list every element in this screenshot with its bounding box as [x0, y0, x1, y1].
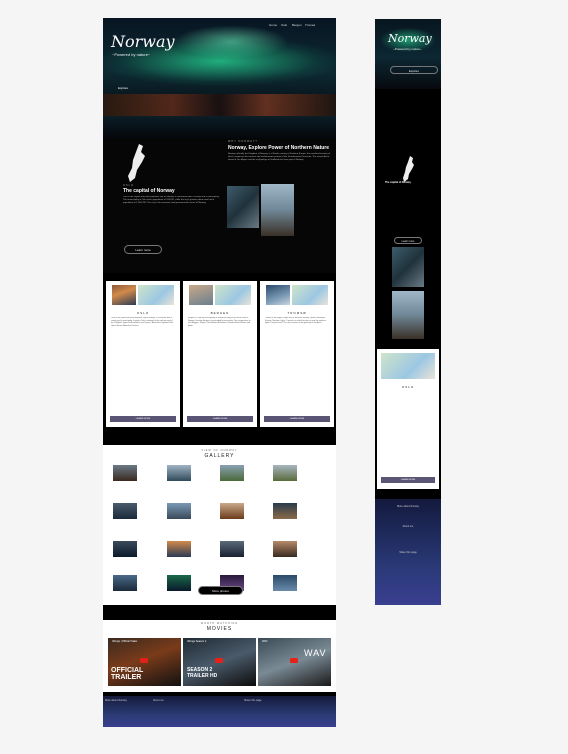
- gallery-image[interactable]: [220, 465, 244, 481]
- card-oslo: OSLO Oslo is the capital and most populo…: [106, 281, 180, 427]
- video-title: Vikings Season 2: [187, 640, 207, 643]
- card-bergen-image: [189, 285, 213, 305]
- gallery-image[interactable]: [113, 541, 137, 557]
- video-overlay: WAV: [304, 648, 327, 658]
- more-photos-button[interactable]: More photos: [198, 586, 243, 595]
- learn-more-button[interactable]: Learn more: [124, 245, 162, 254]
- gallery-image[interactable]: [113, 503, 137, 519]
- movies-section: WORTH WATCHING MOVIES Vikings | Official…: [103, 620, 336, 692]
- card-bergen-text: Bergen is a city and municipality in Ves…: [188, 317, 251, 328]
- gallery-image[interactable]: [167, 541, 191, 557]
- mobile-card-map[interactable]: [381, 353, 435, 379]
- mobile-footer-about-me[interactable]: About me: [375, 525, 441, 528]
- gallery-image[interactable]: [273, 503, 297, 519]
- gallery-image[interactable]: [220, 541, 244, 557]
- movies-kicker: WORTH WATCHING: [200, 622, 239, 625]
- intro-text: Norway, officially the Kingdom of Norway…: [228, 153, 331, 162]
- nav-home[interactable]: Home: [269, 23, 277, 27]
- mobile-street-photo: [392, 291, 424, 339]
- video-title: WAV: [262, 640, 268, 643]
- gallery-image[interactable]: [113, 465, 137, 481]
- city-cards: OSLO Oslo is the capital and most populo…: [103, 273, 336, 438]
- mobile-footer: More about Norway About me Share this pa…: [375, 499, 441, 605]
- card-tromso-map[interactable]: [292, 285, 328, 305]
- footer-more-about[interactable]: More about Norway: [105, 699, 127, 702]
- video-overlay: OFFICIAL TRAILER: [111, 667, 144, 681]
- intro-section: WHY NORWAY? Norway, Explore Power of Nor…: [103, 138, 336, 273]
- card-oslo-image: [112, 285, 136, 305]
- mobile-footer-more-about[interactable]: More about Norway: [375, 505, 441, 508]
- mobile-card-button[interactable]: LEARN MORE: [381, 477, 435, 483]
- mobile-footer-share[interactable]: Share this page: [375, 551, 441, 554]
- gallery-image[interactable]: [167, 575, 191, 591]
- gallery-image[interactable]: [273, 541, 297, 557]
- desktop-mockup: Home Oslo Bergen Tromsø Norway ~Powered …: [103, 18, 336, 727]
- gallery-image[interactable]: [273, 575, 297, 591]
- street-photo: [261, 184, 294, 236]
- mobile-learn-more-button[interactable]: Learn more: [394, 237, 422, 244]
- norway-map-icon: [128, 144, 145, 182]
- video-overlay: SEASON 2 TRAILER HD: [187, 667, 218, 679]
- video-player[interactable]: Vikings Season 2 SEASON 2 TRAILER HD: [183, 638, 256, 686]
- mobile-oslo-photo: [392, 247, 424, 287]
- card-tromso-image: [266, 285, 290, 305]
- card-oslo-text: Oslo is the capital and most populous ci…: [111, 317, 174, 328]
- card-bergen-map[interactable]: [215, 285, 251, 305]
- gallery-title: GALLERY: [204, 453, 235, 459]
- mobile-card-title: OSLO: [401, 385, 415, 389]
- card-oslo-map[interactable]: [138, 285, 174, 305]
- card-oslo-title: OSLO: [136, 311, 150, 315]
- explore-button[interactable]: Explore: [118, 86, 128, 90]
- mobile-hero-title: Norway: [388, 32, 432, 45]
- footer-about-me[interactable]: About me: [153, 699, 164, 702]
- hero-title: Norway: [111, 32, 175, 51]
- card-tromso-text: Tromsø is the largest urban area in Nort…: [265, 317, 326, 325]
- video-title: Vikings | Official Trailer: [112, 640, 138, 643]
- movies-title: MOVIES: [206, 626, 233, 632]
- video-player[interactable]: Vikings | Official Trailer OFFICIAL TRAI…: [108, 638, 181, 686]
- footer: More about Norway About me Share this pa…: [103, 696, 336, 727]
- video-player[interactable]: WAV WAV: [258, 638, 331, 686]
- gallery-image[interactable]: [113, 575, 137, 591]
- gallery-image[interactable]: [167, 465, 191, 481]
- mobile-hero: Norway ~Powered by nature~ Explore: [375, 19, 441, 89]
- mobile-norway-map-icon: [403, 156, 414, 182]
- play-icon[interactable]: [290, 658, 298, 663]
- play-icon[interactable]: [140, 658, 148, 663]
- mobile-capital-title: The capital of Norway: [385, 181, 411, 184]
- capital-kicker: OSLO: [123, 184, 134, 187]
- water-reflection: [103, 116, 336, 138]
- town-strip: [103, 94, 336, 116]
- card-tromso-title: TROMSØ: [287, 311, 307, 315]
- mobile-mockup: Norway ~Powered by nature~ Explore The c…: [375, 19, 441, 605]
- nav-oslo[interactable]: Oslo: [281, 23, 287, 27]
- gallery-section: VIEW OF NORWAY GALLERY: [103, 445, 336, 605]
- card-bergen: BERGEN Bergen is a city and municipality…: [183, 281, 257, 427]
- gallery-image[interactable]: [273, 465, 297, 481]
- hero-section: Home Oslo Bergen Tromsø Norway ~Powered …: [103, 18, 336, 138]
- capital-title: The capital of Norway: [123, 188, 175, 194]
- card-oslo-button[interactable]: LEARN MORE: [110, 416, 176, 422]
- oslo-photo: [227, 186, 259, 228]
- footer-share[interactable]: Share this page: [244, 699, 262, 702]
- capital-text: Oslo is the capital and most populous ci…: [123, 196, 220, 205]
- mobile-hero-subtitle: ~Powered by nature~: [393, 47, 422, 51]
- card-bergen-title: BERGEN: [210, 311, 230, 315]
- intro-kicker: WHY NORWAY?: [228, 140, 258, 143]
- gallery-image[interactable]: [167, 503, 191, 519]
- gallery-kicker: VIEW OF NORWAY: [201, 449, 238, 452]
- mobile-explore-button[interactable]: Explore: [390, 66, 438, 74]
- nav-bergen[interactable]: Bergen: [292, 23, 302, 27]
- play-icon[interactable]: [215, 658, 223, 663]
- hero-subtitle: ~Powered by nature~: [112, 52, 151, 57]
- mobile-card-oslo: OSLO LEARN MORE: [377, 349, 439, 489]
- card-bergen-button[interactable]: LEARN MORE: [187, 416, 253, 422]
- card-tromso: TROMSØ Tromsø is the largest urban area …: [260, 281, 334, 427]
- gallery-image[interactable]: [220, 503, 244, 519]
- intro-title: Norway, Explore Power of Northern Nature: [228, 145, 330, 151]
- card-tromso-button[interactable]: LEARN MORE: [264, 416, 330, 422]
- nav-tromso[interactable]: Tromsø: [305, 23, 315, 27]
